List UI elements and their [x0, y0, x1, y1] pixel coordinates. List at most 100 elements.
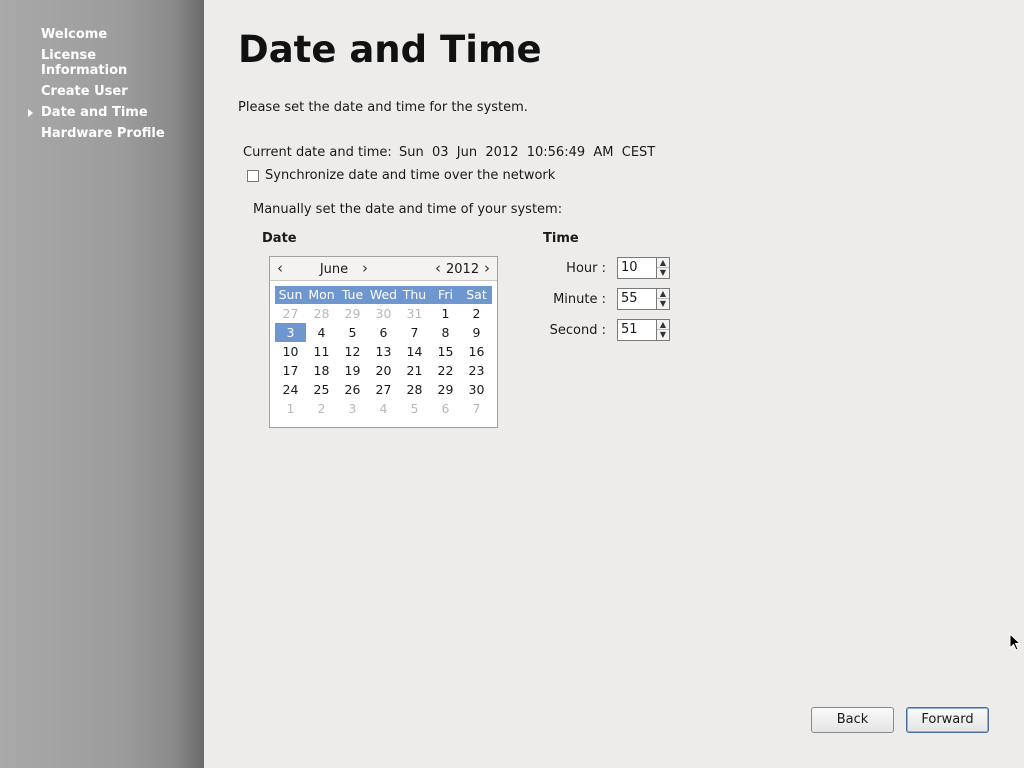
calendar-day[interactable]: 5: [337, 323, 368, 342]
calendar-day[interactable]: 25: [306, 380, 337, 399]
calendar-day-selected[interactable]: 3: [275, 323, 306, 342]
calendar-day[interactable]: 14: [399, 342, 430, 361]
calendar-day[interactable]: 2: [461, 304, 492, 323]
calendar-day[interactable]: 16: [461, 342, 492, 361]
hour-input[interactable]: 10: [617, 257, 657, 279]
calendar-day[interactable]: 15: [430, 342, 461, 361]
calendar-day[interactable]: 17: [275, 361, 306, 380]
sidebar-item-welcome[interactable]: Welcome: [41, 27, 191, 42]
second-increment-icon[interactable]: ▲: [657, 320, 669, 330]
minute-input[interactable]: 55: [617, 288, 657, 310]
weekday-label: Tue: [341, 287, 364, 302]
sidebar-item-create-user[interactable]: Create User: [41, 84, 191, 99]
second-spin-buttons[interactable]: ▲ ▼: [657, 319, 670, 341]
calendar-grid: Sun Mon Tue Wed Thu Fri Sat 27 28 29 30 31 1 2 3 4 5 6 7 8…: [275, 286, 492, 418]
calendar-week: 17 18 19 20 21 22 23: [275, 361, 492, 380]
weekday-label: Sun: [278, 287, 303, 302]
mouse-cursor-icon: [1009, 633, 1021, 651]
time-heading: Time: [543, 231, 579, 246]
sidebar: Welcome License Information Create User …: [0, 0, 204, 768]
back-button[interactable]: Back: [811, 707, 894, 733]
calendar-day[interactable]: 6: [368, 323, 399, 342]
calendar-day[interactable]: 11: [306, 342, 337, 361]
calendar-day[interactable]: 8: [430, 323, 461, 342]
calendar-day[interactable]: 1: [430, 304, 461, 323]
calendar-day[interactable]: 27: [368, 380, 399, 399]
calendar-day[interactable]: 23: [461, 361, 492, 380]
weekday-label: Wed: [369, 287, 398, 302]
calendar-month: June: [319, 262, 349, 277]
calendar-day[interactable]: 29: [430, 380, 461, 399]
next-year-button[interactable]: ›: [484, 259, 490, 277]
calendar-day[interactable]: 2: [306, 399, 337, 418]
calendar-day[interactable]: 30: [368, 304, 399, 323]
calendar-day[interactable]: 5: [399, 399, 430, 418]
sidebar-item-license-information[interactable]: License Information: [41, 48, 151, 78]
calendar-day[interactable]: 27: [275, 304, 306, 323]
calendar-header: ‹ June › ‹ 2012 ›: [270, 257, 497, 281]
calendar-day[interactable]: 19: [337, 361, 368, 380]
sync-network-checkbox[interactable]: [247, 170, 259, 182]
weekday-header: Sun Mon Tue Wed Thu Fri Sat: [275, 286, 492, 304]
calendar-week: 3456789: [275, 323, 492, 342]
calendar-day[interactable]: 30: [461, 380, 492, 399]
calendar-day[interactable]: 6: [430, 399, 461, 418]
forward-button[interactable]: Forward: [906, 707, 989, 733]
minute-spin-buttons[interactable]: ▲ ▼: [657, 288, 670, 310]
main-content: Date and Time Please set the date and ti…: [204, 0, 1024, 768]
calendar-day[interactable]: 24: [275, 380, 306, 399]
hour-spin-buttons[interactable]: ▲ ▼: [657, 257, 670, 279]
calendar-week: 10 11 12 13 14 15 16: [275, 342, 492, 361]
second-input[interactable]: 51: [617, 319, 657, 341]
minute-increment-icon[interactable]: ▲: [657, 289, 669, 299]
calendar-day[interactable]: 21: [399, 361, 430, 380]
calendar-day[interactable]: 4: [306, 323, 337, 342]
minute-decrement-icon[interactable]: ▼: [657, 299, 669, 309]
calendar-year: 2012: [446, 262, 480, 277]
calendar-week: 1234567: [275, 399, 492, 418]
active-arrow-icon: [28, 109, 33, 117]
calendar-day[interactable]: 7: [399, 323, 430, 342]
minute-spinner[interactable]: 55 ▲ ▼: [617, 288, 671, 310]
calendar-day[interactable]: 1: [275, 399, 306, 418]
prev-year-button[interactable]: ‹: [435, 259, 441, 277]
calendar-day[interactable]: 18: [306, 361, 337, 380]
sidebar-item-date-and-time[interactable]: Date and Time: [41, 105, 191, 120]
calendar-day[interactable]: 3: [337, 399, 368, 418]
calendar-day[interactable]: 4: [368, 399, 399, 418]
minute-label: Minute :: [553, 292, 606, 307]
calendar-day[interactable]: 28: [306, 304, 337, 323]
calendar-day[interactable]: 31: [399, 304, 430, 323]
sync-network-label[interactable]: Synchronize date and time over the netwo…: [265, 168, 555, 183]
hour-label: Hour :: [566, 261, 606, 276]
next-month-button[interactable]: ›: [362, 259, 368, 277]
page-title: Date and Time: [238, 28, 542, 71]
calendar: ‹ June › ‹ 2012 › Sun Mon Tue Wed Thu Fri Sat …: [269, 256, 498, 428]
calendar-day[interactable]: 13: [368, 342, 399, 361]
current-datetime-value: Sun 03 Jun 2012 10:56:49 AM CEST: [399, 145, 656, 160]
calendar-day[interactable]: 22: [430, 361, 461, 380]
manual-set-label: Manually set the date and time of your s…: [253, 202, 563, 217]
hour-spinner[interactable]: 10 ▲ ▼: [617, 257, 671, 279]
prev-month-button[interactable]: ‹: [277, 259, 283, 277]
calendar-day[interactable]: 20: [368, 361, 399, 380]
calendar-day[interactable]: 26: [337, 380, 368, 399]
second-spinner[interactable]: 51 ▲ ▼: [617, 319, 671, 341]
calendar-day[interactable]: 9: [461, 323, 492, 342]
calendar-day[interactable]: 7: [461, 399, 492, 418]
calendar-day[interactable]: 28: [399, 380, 430, 399]
weekday-label: Thu: [402, 287, 427, 302]
sidebar-item-hardware-profile[interactable]: Hardware Profile: [41, 126, 191, 141]
second-label: Second :: [549, 323, 606, 338]
hour-increment-icon[interactable]: ▲: [657, 258, 669, 268]
weekday-label: Mon: [308, 287, 335, 302]
second-decrement-icon[interactable]: ▼: [657, 330, 669, 340]
calendar-day[interactable]: 12: [337, 342, 368, 361]
calendar-day[interactable]: 29: [337, 304, 368, 323]
calendar-day[interactable]: 10: [275, 342, 306, 361]
weekday-label: Fri: [438, 287, 453, 302]
calendar-week: 24 25 26 27 28 29 30: [275, 380, 492, 399]
hour-decrement-icon[interactable]: ▼: [657, 268, 669, 278]
calendar-week: 27 28 29 30 31 1 2: [275, 304, 492, 323]
weekday-label: Sat: [466, 287, 487, 302]
